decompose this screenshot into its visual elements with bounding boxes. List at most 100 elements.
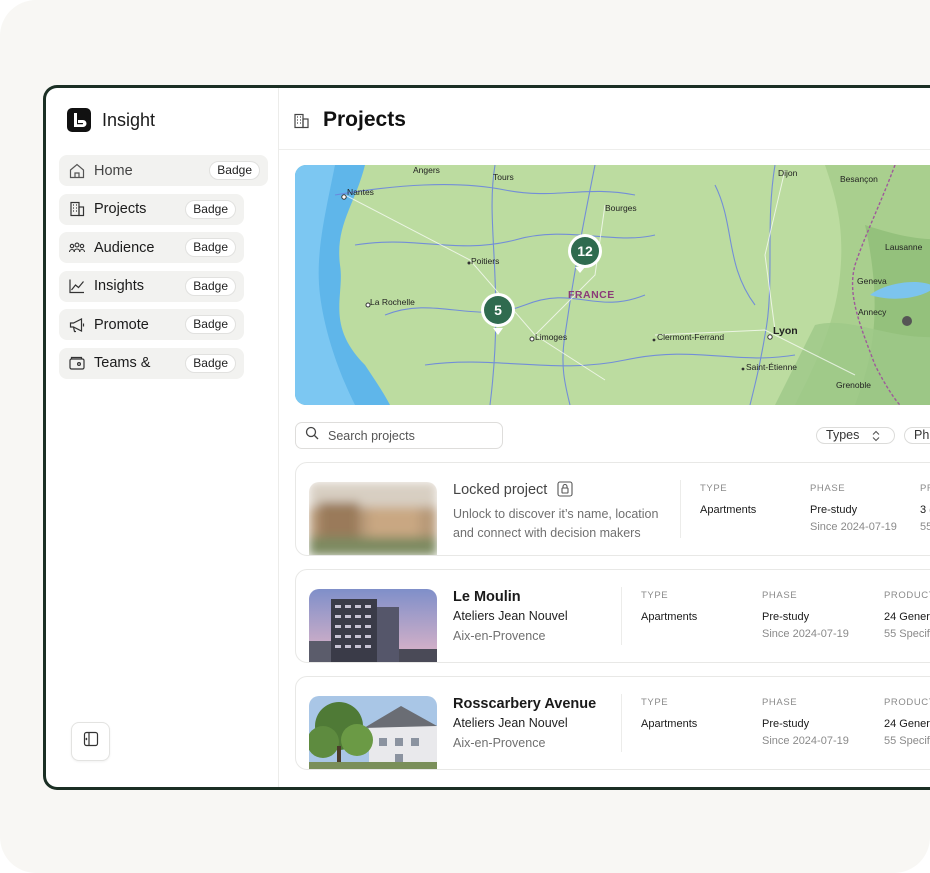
project-type: Apartments xyxy=(641,611,698,623)
map-label-nantes: Nantes xyxy=(347,187,374,197)
project-thumbnail xyxy=(309,589,437,662)
app-window: Insight Home Badge Projects Badge Audien… xyxy=(46,88,930,787)
phase-filter[interactable]: Ph xyxy=(904,427,930,444)
chevron-updown-icon xyxy=(871,430,881,442)
sidebar-item-insights[interactable]: Insights Badge xyxy=(59,270,244,302)
lock-icon xyxy=(557,481,573,502)
product-header: PRODUCT xyxy=(884,697,930,708)
search-input[interactable] xyxy=(328,428,488,443)
users-icon xyxy=(68,239,86,257)
sidebar-item-promote[interactable]: Promote Badge xyxy=(59,309,244,340)
sidebar-nav: Home Badge Projects Badge Audience Badge xyxy=(59,155,268,386)
project-product-sub: 55 xyxy=(920,521,930,533)
project-card[interactable]: Locked project Unlock to discover it’s n… xyxy=(295,462,930,556)
sidebar-badge: Badge xyxy=(185,276,236,296)
sidebar-badge: Badge xyxy=(185,238,236,257)
project-phase-since: Since 2024-07-19 xyxy=(810,521,897,533)
sidebar-badge: Badge xyxy=(209,161,260,180)
project-description: Unlock to discover it’s name, location xyxy=(453,507,659,521)
project-title: Locked project xyxy=(453,482,548,498)
project-location: Aix-en-Provence xyxy=(453,736,546,750)
project-product-sub: 55 Specifi xyxy=(884,628,930,640)
sidebar-item-teams[interactable]: Teams & Badge xyxy=(59,347,244,379)
column-divider xyxy=(621,694,622,752)
home-icon xyxy=(68,162,86,180)
building-icon xyxy=(293,112,311,135)
map-label-dijon: Dijon xyxy=(778,168,798,178)
map-label-grenoble: Grenoble xyxy=(836,380,871,390)
map-label-besancon: Besançon xyxy=(840,174,878,184)
project-architect: Ateliers Jean Nouvel xyxy=(453,609,568,623)
projects-map[interactable]: Angers Tours Nantes Bourges Dijon Besanç… xyxy=(295,165,930,405)
sidebar-collapse-icon xyxy=(82,730,100,753)
column-divider xyxy=(680,480,681,538)
project-card[interactable]: Rosscarbery Avenue Ateliers Jean Nouvel … xyxy=(295,676,930,770)
project-phase: Pre-study xyxy=(810,504,858,516)
map-label-lausanne: Lausanne xyxy=(885,242,923,252)
map-label-poitiers: Poitiers xyxy=(471,256,499,266)
map-label-clermont-ferrand: Clermont-Ferrand xyxy=(657,332,724,342)
sidebar-item-label: Audience xyxy=(94,239,155,256)
project-title: Rosscarbery Avenue xyxy=(453,696,597,712)
project-phase-since: Since 2024-07-19 xyxy=(762,735,849,747)
sidebar-item-home[interactable]: Home Badge xyxy=(59,155,268,186)
wallet-icon xyxy=(68,354,86,372)
phase-header: PHASE xyxy=(762,697,798,708)
sidebar-item-label: Promote xyxy=(94,316,149,333)
sidebar-badge: Badge xyxy=(185,315,236,334)
search-field[interactable] xyxy=(295,422,503,449)
map-label-limoges: Limoges xyxy=(535,332,567,342)
map-label-annecy: Annecy xyxy=(858,307,887,317)
search-icon xyxy=(305,426,319,445)
cluster-count: 5 xyxy=(494,302,502,318)
map-country-label: FRANCE xyxy=(568,289,615,301)
sidebar-item-label: Teams & xyxy=(94,355,151,371)
sidebar-item-label: Projects xyxy=(94,201,147,217)
sidebar-item-audience[interactable]: Audience Badge xyxy=(59,232,244,263)
product-header: PR xyxy=(920,483,930,494)
sidebar-collapse-button[interactable] xyxy=(71,722,110,761)
phase-header: PHASE xyxy=(762,590,798,601)
sidebar-item-projects[interactable]: Projects Badge xyxy=(59,193,244,225)
cluster-count: 12 xyxy=(577,243,593,259)
project-product-sub: 55 Specifi xyxy=(884,735,930,747)
map-label-geneva: Geneva xyxy=(857,276,887,286)
map-label-bourges: Bourges xyxy=(605,203,637,213)
project-product: 24 Generi xyxy=(884,718,930,730)
column-divider xyxy=(621,587,622,645)
sidebar-badge: Badge xyxy=(185,353,236,373)
type-header: TYPE xyxy=(700,483,728,494)
chart-line-icon xyxy=(68,277,86,295)
map-label-angers: Angers xyxy=(413,165,440,175)
project-card[interactable]: Le Moulin Ateliers Jean Nouvel Aix-en-Pr… xyxy=(295,569,930,663)
map-label-la-rochelle: La Rochelle xyxy=(370,297,415,307)
project-architect: Ateliers Jean Nouvel xyxy=(453,716,568,730)
project-phase-since: Since 2024-07-19 xyxy=(762,628,849,640)
logo-icon xyxy=(67,108,91,132)
page-header: Projects xyxy=(279,88,930,150)
project-phase: Pre-study xyxy=(762,611,810,623)
map-label-lyon: Lyon xyxy=(773,325,798,337)
types-filter-label: Types xyxy=(826,428,860,442)
project-thumbnail xyxy=(309,482,437,555)
sidebar-item-label: Insights xyxy=(94,278,144,294)
project-description: and connect with decision makers xyxy=(453,526,641,540)
brand[interactable]: Insight xyxy=(67,108,155,132)
building-icon xyxy=(68,200,86,218)
phase-header: PHASE xyxy=(810,483,846,494)
product-header: PRODUCT xyxy=(884,590,930,601)
type-header: TYPE xyxy=(641,590,669,601)
phase-filter-label: Ph xyxy=(914,428,930,442)
megaphone-icon xyxy=(68,316,86,334)
app-name: Insight xyxy=(102,109,156,130)
sidebar-item-label: Home xyxy=(94,162,133,179)
project-product: 24 Generi xyxy=(884,611,930,623)
type-header: TYPE xyxy=(641,697,669,708)
project-location: Aix-en-Provence xyxy=(453,629,546,643)
types-filter[interactable]: Types xyxy=(816,427,895,444)
project-product: 3 ( xyxy=(920,504,930,516)
project-type: Apartments xyxy=(700,504,757,516)
project-title: Le Moulin xyxy=(453,589,521,605)
project-thumbnail xyxy=(309,696,437,769)
map-label-saint-etienne: Saint-Étienne xyxy=(746,362,797,372)
